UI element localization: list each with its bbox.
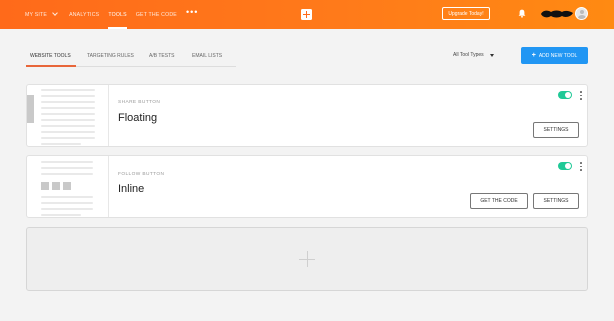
add-new-tool-label: ADD NEW TOOL bbox=[538, 52, 578, 59]
tool-card: FOLLOW BUTTON Inline GET THE CODE SETTIN… bbox=[26, 155, 588, 218]
preview-line bbox=[41, 125, 95, 127]
notification-bell-icon[interactable] bbox=[518, 9, 526, 18]
caret-down-icon bbox=[489, 53, 494, 57]
preview-line bbox=[41, 95, 95, 97]
floating-bar-preview bbox=[27, 95, 34, 123]
preview-line bbox=[41, 101, 95, 103]
tool-type-label: FOLLOW BUTTON bbox=[118, 172, 165, 177]
plus-icon bbox=[306, 251, 308, 267]
brand-logo-icon[interactable] bbox=[301, 9, 312, 20]
top-nav: MY SITE ANALYTICS TOOLS GET THE CODE ••• bbox=[25, 0, 198, 29]
follow-button-preview bbox=[41, 182, 49, 190]
get-the-code-button[interactable]: GET THE CODE bbox=[470, 193, 528, 209]
nav-tools[interactable]: TOOLS bbox=[108, 0, 127, 29]
nav-get-the-code[interactable]: GET THE CODE bbox=[136, 0, 177, 29]
tool-type-label: SHARE BUTTON bbox=[118, 100, 161, 105]
follow-button-preview bbox=[52, 182, 60, 190]
add-new-tool-button[interactable]: + ADD NEW TOOL bbox=[521, 47, 588, 64]
preview-line bbox=[41, 161, 93, 163]
tool-thumbnail bbox=[27, 85, 109, 146]
site-selector-label: MY SITE bbox=[25, 11, 48, 18]
preview-line bbox=[41, 143, 81, 145]
plus-icon: + bbox=[531, 52, 536, 59]
kebab-menu-icon[interactable] bbox=[579, 162, 583, 171]
tool-name: Floating bbox=[118, 112, 158, 124]
section-tabs: WEBSITE TOOLS TARGETING RULES A/B TESTS … bbox=[26, 46, 236, 67]
tool-enabled-toggle[interactable] bbox=[558, 91, 572, 99]
user-name-redacted bbox=[541, 10, 573, 18]
preview-line bbox=[41, 107, 95, 109]
more-menu-icon[interactable]: ••• bbox=[186, 8, 198, 17]
upgrade-button[interactable]: Upgrade Today! bbox=[442, 7, 490, 20]
tab-email-lists[interactable]: EMAIL LISTS bbox=[180, 46, 236, 66]
tool-type-filter[interactable]: All Tool Types bbox=[453, 52, 494, 58]
preview-line bbox=[41, 89, 95, 91]
preview-line bbox=[41, 214, 81, 216]
top-navigation-bar: MY SITE ANALYTICS TOOLS GET THE CODE •••… bbox=[0, 0, 614, 29]
tool-type-filter-label: All Tool Types bbox=[453, 52, 484, 58]
follow-button-preview bbox=[63, 182, 71, 190]
kebab-menu-icon[interactable] bbox=[579, 91, 583, 100]
tool-enabled-toggle[interactable] bbox=[558, 162, 572, 170]
nav-analytics[interactable]: ANALYTICS bbox=[69, 0, 99, 29]
preview-line bbox=[41, 119, 95, 121]
tool-thumbnail bbox=[27, 156, 109, 217]
chevron-down-icon bbox=[52, 10, 58, 16]
preview-line bbox=[41, 208, 93, 210]
preview-line bbox=[41, 113, 95, 115]
user-avatar[interactable] bbox=[575, 7, 588, 20]
preview-line bbox=[41, 196, 93, 198]
preview-line bbox=[41, 173, 93, 175]
tab-targeting-rules[interactable]: TARGETING RULES bbox=[76, 46, 138, 66]
tab-ab-tests[interactable]: A/B TESTS bbox=[138, 46, 180, 66]
preview-line bbox=[41, 137, 95, 139]
preview-line bbox=[41, 167, 93, 169]
settings-button[interactable]: SETTINGS bbox=[533, 122, 579, 138]
preview-line bbox=[41, 131, 95, 133]
settings-button[interactable]: SETTINGS bbox=[533, 193, 579, 209]
add-tool-placeholder[interactable] bbox=[26, 227, 588, 291]
tool-name: Inline bbox=[118, 183, 145, 195]
tool-card: SHARE BUTTON Floating SETTINGS bbox=[26, 84, 588, 147]
preview-line bbox=[41, 202, 93, 204]
site-selector[interactable]: MY SITE bbox=[25, 0, 58, 29]
tab-website-tools[interactable]: WEBSITE TOOLS bbox=[26, 46, 76, 67]
